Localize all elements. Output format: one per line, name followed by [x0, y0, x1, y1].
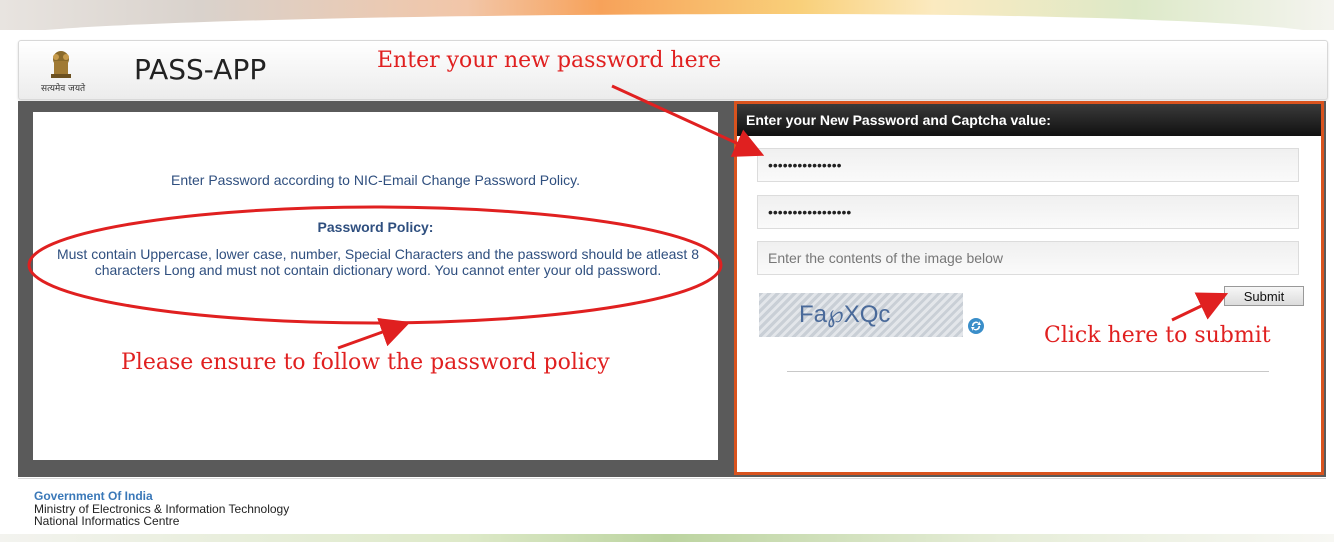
policy-text: Must contain Uppercase, lower case, numb… [56, 246, 700, 278]
form-header: Enter your New Password and Captcha valu… [737, 104, 1321, 136]
footer: Government Of India Ministry of Electron… [18, 478, 1326, 535]
footer-org: Government Of India [34, 489, 153, 503]
password-policy-panel: Enter Password according to NIC-Email Ch… [33, 112, 718, 460]
policy-intro-text: Enter Password according to NIC-Email Ch… [170, 172, 581, 188]
form-divider [787, 371, 1269, 372]
submit-button[interactable]: Submit [1224, 286, 1304, 306]
refresh-captcha-icon[interactable] [967, 317, 985, 335]
policy-title: Password Policy: [317, 219, 434, 235]
new-password-field[interactable]: ••••••••••••••• [757, 148, 1299, 182]
footer-nic: National Informatics Centre [34, 514, 180, 528]
annotation-follow-policy: Please ensure to follow the password pol… [121, 350, 610, 375]
emblem-caption: सत्यमेव जयते [41, 84, 86, 94]
app-title: PASS-APP [134, 53, 267, 86]
bottom-decorative-banner [0, 534, 1334, 542]
password-form-panel: Enter your New Password and Captcha valu… [734, 101, 1324, 475]
annotation-enter-password: Enter your new password here [377, 48, 722, 73]
captcha-input[interactable]: Enter the contents of the image below [757, 241, 1299, 275]
captcha-image: Fa℘XQc [759, 293, 963, 337]
confirm-password-field[interactable]: ••••••••••••••••• [757, 195, 1299, 229]
annotation-click-submit: Click here to submit [1044, 323, 1271, 348]
